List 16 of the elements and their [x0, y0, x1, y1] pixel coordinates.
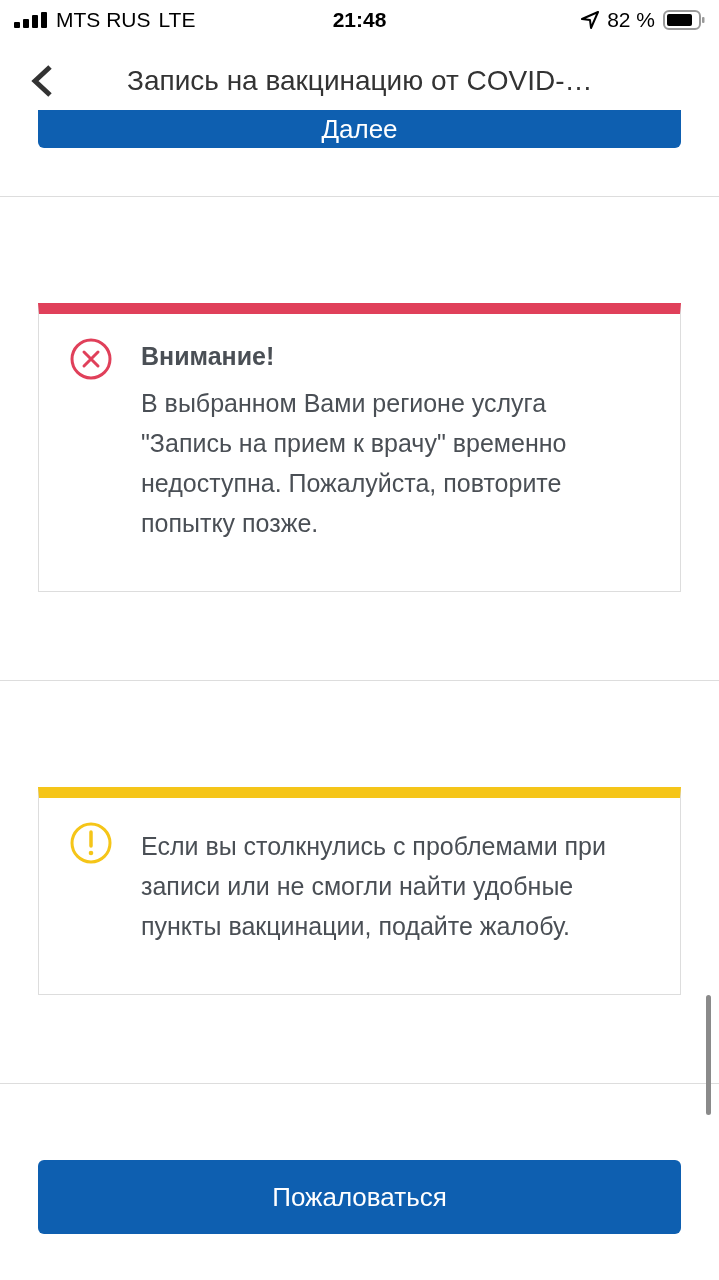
back-icon[interactable] — [30, 64, 54, 98]
clock-time: 21:48 — [332, 8, 387, 32]
carrier-name: MTS RUS — [56, 8, 151, 32]
alert-message: В выбранном Вами регионе услуга "Запись на прием к врачу" временно недоступна. Пожалуйста, повторите попытку позже. — [141, 388, 568, 539]
error-icon — [69, 337, 113, 381]
battery-percent: 82 % — [607, 8, 655, 32]
signal-icon — [14, 12, 48, 28]
complain-button[interactable]: Пожаловаться — [38, 1160, 681, 1234]
next-button[interactable]: Далее — [38, 110, 681, 148]
alert-title: Внимание! — [141, 342, 276, 371]
alert-message: Если вы столкнулись с проблемами при записи или не смогли найти удобные пункты вакцинации, подайте жалобу. — [141, 831, 607, 942]
warning-icon — [69, 821, 113, 865]
location-icon — [581, 11, 600, 29]
network-type: LTE — [158, 8, 196, 32]
battery-icon — [663, 10, 705, 30]
page-title: Запись на вакцинацию от COVID-… — [127, 65, 593, 97]
